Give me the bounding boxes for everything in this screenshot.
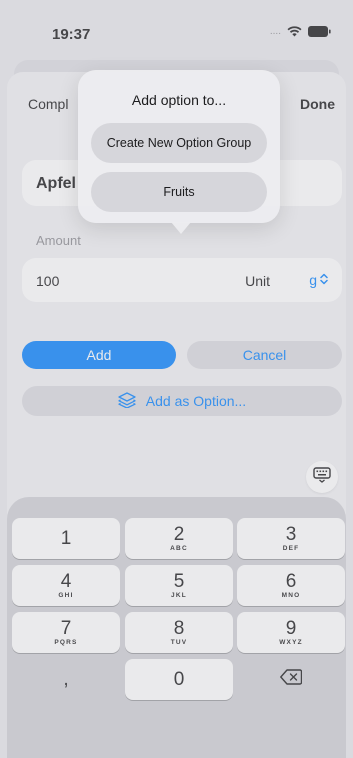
popover-arrow xyxy=(171,222,191,234)
menu-item-label: Create New Option Group xyxy=(106,136,252,150)
create-option-group-item[interactable]: Create New Option Group xyxy=(91,123,267,163)
popover-title: Add option to... xyxy=(131,92,227,108)
menu-item-label: Fruits xyxy=(163,185,195,199)
add-option-popover: Add option to... Create New Option Group… xyxy=(78,70,280,223)
fruits-item[interactable]: Fruits xyxy=(91,172,267,212)
